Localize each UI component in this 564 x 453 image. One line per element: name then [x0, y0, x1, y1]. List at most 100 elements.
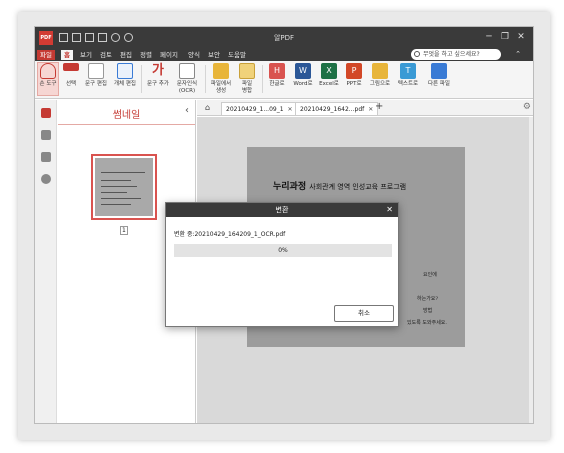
title-bar: PDF 알PDF ─ ❐ ✕ — [35, 27, 533, 49]
dialog-close-icon[interactable]: ✕ — [386, 203, 393, 217]
menu-page[interactable]: 페이지 — [157, 50, 181, 60]
create-from-file-label: 파일에서 생성 — [210, 81, 232, 94]
page-heading-bold: 누리과정 — [273, 182, 307, 192]
ribbon-toolbar: 손 도구 선택 문구 편집 개체 편집 가 문구 추가 문자인식 (OCR) 파… — [35, 61, 533, 99]
ocr-label: 문자인식 (OCR) — [176, 81, 198, 94]
edit-text-icon — [88, 63, 104, 79]
search-panel-icon[interactable] — [41, 174, 51, 184]
close-button[interactable]: ✕ — [515, 31, 527, 43]
tab-label: 20210429_1...09_1 — [226, 106, 284, 113]
ribbon-separator — [141, 65, 142, 93]
edit-text-button[interactable]: 문구 편집 — [83, 63, 109, 88]
document-tabs: ⌂ 20210429_1...09_1 ✕ 20210429_1642...pdf… — [197, 100, 533, 116]
thumbnail-divider — [58, 124, 195, 125]
thumbnail-text-line — [101, 204, 131, 205]
page-text-line: 하는가요? — [417, 296, 439, 302]
to-excel-button[interactable]: X Excel로 — [317, 63, 341, 88]
other-file-label: 다른 파일 — [428, 81, 450, 87]
search-input[interactable]: 무엇을 하고 싶으세요? — [411, 49, 501, 60]
merge-files-button[interactable]: 파일 병합 — [236, 63, 258, 95]
thumbnails-icon[interactable] — [41, 108, 51, 118]
to-ppt-button[interactable]: P PPT로 — [343, 63, 365, 88]
collapse-panel-icon[interactable]: ‹ — [185, 105, 189, 116]
progress-bar: 0% — [174, 244, 392, 257]
merge-icon — [239, 63, 255, 79]
search-placeholder: 무엇을 하고 싶으세요? — [423, 51, 480, 58]
other-file-button[interactable]: 다른 파일 — [425, 63, 453, 88]
page-text-line: 방법 — [423, 308, 433, 314]
page-number-label: 1 — [120, 226, 128, 235]
window-title: 알PDF — [273, 34, 295, 42]
select-label: 선택 — [65, 81, 77, 87]
edit-object-icon — [117, 63, 133, 79]
conversion-status: 변환 중:20210429_164209_1_OCR.pdf — [174, 231, 286, 238]
edit-object-button[interactable]: 개체 편집 — [112, 63, 138, 88]
thumbnail-image — [95, 158, 153, 216]
other-file-icon — [431, 63, 447, 79]
excel-icon: X — [321, 63, 337, 79]
word-icon: W — [295, 63, 311, 79]
hand-tool-label: 손 도구 — [39, 81, 57, 87]
bookmark-icon[interactable] — [41, 130, 51, 140]
folder-icon — [213, 63, 229, 79]
convert-dialog: 변환 ✕ 변환 중:20210429_164209_1_OCR.pdf 0% 취… — [165, 202, 399, 327]
minimize-button[interactable]: ─ — [483, 31, 495, 43]
merge-files-label: 파일 병합 — [241, 81, 253, 94]
search-icon — [414, 51, 420, 57]
select-button[interactable]: 선택 — [62, 63, 80, 88]
page-text-line: 요인에 — [423, 272, 437, 278]
create-from-file-button[interactable]: 파일에서 생성 — [208, 63, 234, 95]
thumbnail-text-line — [101, 198, 141, 199]
to-word-button[interactable]: W Word로 — [291, 63, 315, 88]
menu-security[interactable]: 보안 — [205, 50, 223, 60]
to-excel-label: Excel로 — [319, 81, 339, 87]
text-icon: T — [400, 63, 416, 79]
hand-tool-button[interactable]: 손 도구 — [37, 62, 59, 96]
tab-close-icon[interactable]: ✕ — [368, 106, 373, 113]
add-text-icon: 가 — [152, 63, 164, 78]
menu-arrange[interactable]: 정렬 — [137, 50, 155, 60]
add-tab-button[interactable]: + — [375, 101, 383, 112]
ocr-button[interactable]: 문자인식 (OCR) — [174, 63, 200, 95]
add-text-label: 문구 추가 — [147, 81, 169, 87]
left-rail — [35, 100, 57, 423]
edit-object-label: 개체 편집 — [114, 81, 136, 87]
menu-form[interactable]: 양식 — [185, 50, 203, 60]
menu-file[interactable]: 파일 — [37, 50, 55, 60]
document-tab-2[interactable]: 20210429_1642...pdf ✕ — [295, 102, 379, 115]
cancel-button[interactable]: 취소 — [334, 305, 394, 322]
document-tab-1[interactable]: 20210429_1...09_1 ✕ — [221, 102, 298, 115]
page-text-line: 있도록 도와주세요. — [407, 320, 447, 326]
to-text-button[interactable]: T 텍스트로 — [395, 63, 421, 88]
vertical-scrollbar[interactable] — [529, 117, 533, 423]
ribbon-separator — [205, 65, 206, 93]
restore-button[interactable]: ❐ — [499, 31, 511, 43]
home-icon[interactable]: ⌂ — [205, 103, 210, 112]
thumbnail-text-line — [101, 180, 131, 181]
thumbnail-text-line — [101, 172, 145, 173]
hwp-icon: H — [269, 63, 285, 79]
comment-icon[interactable] — [41, 152, 51, 162]
menu-bar: 파일 홈 보기 검토 편집 정렬 페이지 양식 보안 도움말 무엇을 하고 싶으… — [35, 49, 533, 61]
ribbon-collapse-icon[interactable]: ⌃ — [515, 50, 521, 58]
menu-home[interactable]: 홈 — [61, 50, 73, 60]
menu-help[interactable]: 도움말 — [225, 50, 249, 60]
to-image-button[interactable]: 그림으로 — [367, 63, 393, 88]
thumbnail-text-line — [101, 186, 137, 187]
tab-close-icon[interactable]: ✕ — [288, 106, 293, 113]
add-text-button[interactable]: 가 문구 추가 — [145, 63, 171, 88]
menu-review[interactable]: 검토 — [97, 50, 115, 60]
progress-text: 0% — [278, 247, 288, 254]
hand-icon — [40, 63, 56, 79]
page-heading-rest: 사회관계 영역 인성교육 프로그램 — [309, 183, 407, 191]
page-thumbnail[interactable] — [91, 154, 157, 220]
to-hwp-button[interactable]: H 한글로 — [265, 63, 289, 88]
to-ppt-label: PPT로 — [346, 81, 362, 87]
page-heading: 누리과정 사회관계 영역 인성교육 프로그램 — [273, 179, 406, 192]
menu-view[interactable]: 보기 — [77, 50, 95, 60]
to-image-label: 그림으로 — [369, 81, 391, 87]
menu-edit[interactable]: 편집 — [117, 50, 135, 60]
to-word-label: Word로 — [293, 81, 313, 87]
dialog-header: 변환 ✕ — [166, 203, 398, 217]
gear-icon[interactable]: ⚙ — [523, 102, 531, 112]
